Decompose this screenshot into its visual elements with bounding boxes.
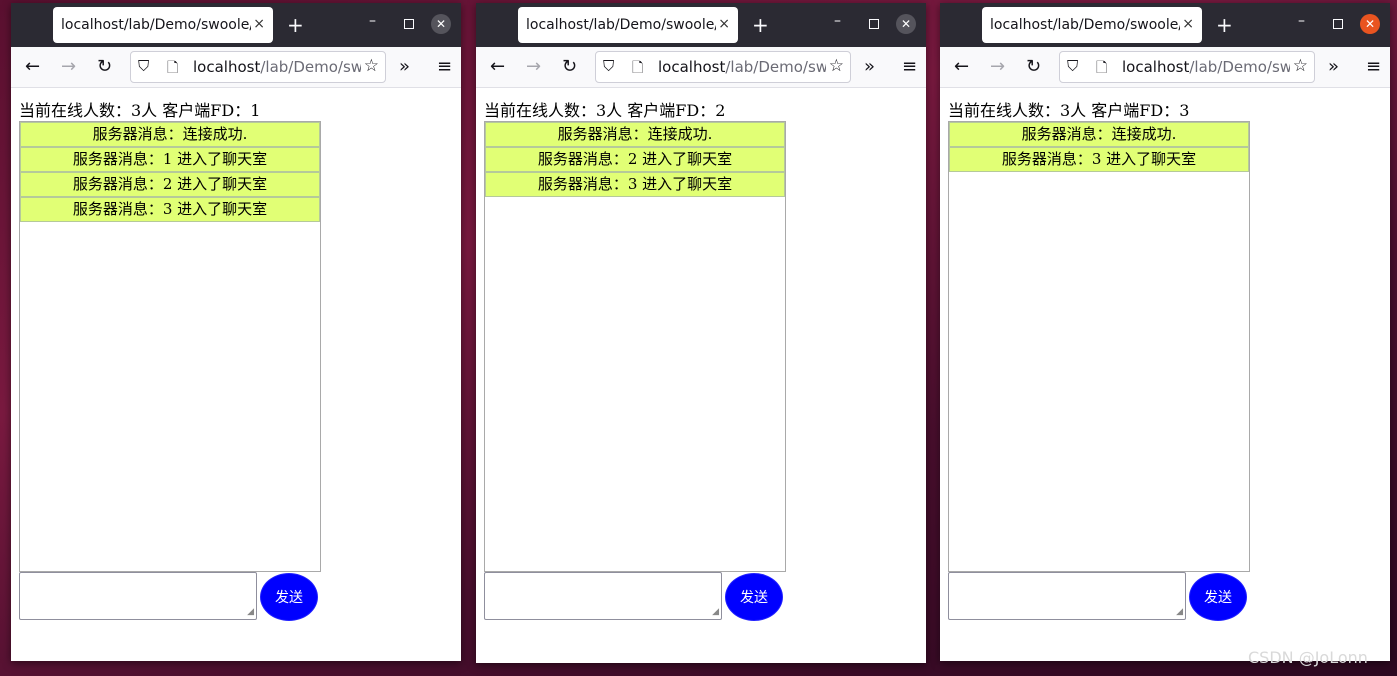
- minimize-icon[interactable]: –: [834, 13, 841, 29]
- page-icon[interactable]: 🗋: [167, 57, 178, 81]
- bookmark-star-icon[interactable]: ☆: [1289, 56, 1308, 76]
- chat-message-box[interactable]: 服务器消息：连接成功. 服务器消息：1 进入了聊天室 服务器消息：2 进入了聊天…: [19, 121, 321, 572]
- page-content: 当前在线人数：3人 客户端FD：1 服务器消息：连接成功. 服务器消息：1 进入…: [11, 88, 461, 661]
- page-icon[interactable]: 🗋: [632, 57, 643, 81]
- reload-icon[interactable]: ↻: [1026, 56, 1041, 77]
- nav-toolbar: ← → ↻ ⛉ 🗋 localhost/lab/Demo/sw ☆ » ≡: [476, 47, 926, 88]
- nav-toolbar: ← → ↻ ⛉ 🗋 localhost/lab/Demo/sw ☆ » ≡: [11, 47, 461, 88]
- shield-icon[interactable]: ⛉: [138, 57, 149, 75]
- window-close-icon[interactable]: ✕: [896, 14, 916, 34]
- address-bar[interactable]: ⛉ 🗋 localhost/lab/Demo/sw ☆: [595, 51, 851, 83]
- minimize-icon[interactable]: –: [369, 13, 376, 29]
- chat-message: 服务器消息：3 进入了聊天室: [485, 172, 785, 197]
- online-count-text: 当前在线人数：3人 客户端FD：1: [19, 101, 261, 120]
- forward-arrow-icon[interactable]: →: [990, 56, 1005, 77]
- title-bar: localhost/lab/Demo/swoole/ × + – ✕: [11, 3, 461, 47]
- address-bar[interactable]: ⛉ 🗋 localhost/lab/Demo/sw ☆: [130, 51, 386, 83]
- new-tab-icon[interactable]: +: [287, 13, 304, 37]
- window-close-icon[interactable]: ✕: [1360, 14, 1380, 34]
- nav-toolbar: ← → ↻ ⛉ 🗋 localhost/lab/Demo/sw ☆ » ≡: [940, 47, 1390, 88]
- forward-arrow-icon[interactable]: →: [526, 56, 541, 77]
- page-content: 当前在线人数：3人 客户端FD：3 服务器消息：连接成功. 服务器消息：3 进入…: [940, 88, 1390, 661]
- forward-arrow-icon[interactable]: →: [61, 56, 76, 77]
- resize-grip-icon[interactable]: ◢: [247, 607, 254, 617]
- reload-icon[interactable]: ↻: [562, 56, 577, 77]
- tab-close-icon[interactable]: ×: [1182, 16, 1194, 32]
- back-arrow-icon[interactable]: ←: [954, 56, 969, 77]
- tab-title: localhost/lab/Demo/swoole/: [61, 17, 251, 33]
- maximize-icon[interactable]: [869, 19, 879, 29]
- chat-message: 服务器消息：3 进入了聊天室: [20, 197, 320, 222]
- url-path: /lab/Demo/sw: [260, 58, 364, 76]
- resize-grip-icon[interactable]: ◢: [1176, 607, 1183, 617]
- shield-icon[interactable]: ⛉: [1067, 57, 1078, 75]
- title-bar: localhost/lab/Demo/swoole/ × + – ✕: [940, 3, 1390, 47]
- shield-icon[interactable]: ⛉: [603, 57, 614, 75]
- window-close-icon[interactable]: ✕: [431, 14, 451, 34]
- reload-icon[interactable]: ↻: [97, 56, 112, 77]
- chat-message: 服务器消息：2 进入了聊天室: [20, 172, 320, 197]
- back-arrow-icon[interactable]: ←: [490, 56, 505, 77]
- title-bar: localhost/lab/Demo/swoole/ × + – ✕: [476, 3, 926, 47]
- chat-message-box[interactable]: 服务器消息：连接成功. 服务器消息：3 进入了聊天室: [948, 121, 1250, 572]
- browser-tab[interactable]: localhost/lab/Demo/swoole/ ×: [53, 7, 273, 43]
- url-host: localhost: [658, 58, 726, 76]
- url-host: localhost: [193, 58, 261, 76]
- new-tab-icon[interactable]: +: [752, 13, 769, 37]
- message-input[interactable]: ◢: [948, 572, 1186, 620]
- browser-window-1: localhost/lab/Demo/swoole/ × + – ✕ ← → ↻…: [11, 3, 461, 661]
- chat-message: 服务器消息：2 进入了聊天室: [485, 147, 785, 172]
- send-button[interactable]: 发送: [1189, 573, 1247, 621]
- new-tab-icon[interactable]: +: [1216, 13, 1233, 37]
- chat-message: 服务器消息：3 进入了聊天室: [949, 147, 1249, 172]
- back-arrow-icon[interactable]: ←: [25, 56, 40, 77]
- browser-tab[interactable]: localhost/lab/Demo/swoole/ ×: [518, 7, 738, 43]
- send-button[interactable]: 发送: [725, 573, 783, 621]
- tab-title: localhost/lab/Demo/swoole/: [990, 17, 1180, 33]
- url-path: /lab/Demo/sw: [725, 58, 829, 76]
- menu-icon[interactable]: ≡: [437, 56, 452, 77]
- browser-tab[interactable]: localhost/lab/Demo/swoole/ ×: [982, 7, 1202, 43]
- chat-message: 服务器消息：连接成功.: [485, 122, 785, 147]
- message-input[interactable]: ◢: [484, 572, 722, 620]
- chat-message: 服务器消息：连接成功.: [20, 122, 320, 147]
- bookmark-star-icon[interactable]: ☆: [825, 56, 844, 76]
- chat-message: 服务器消息：1 进入了聊天室: [20, 147, 320, 172]
- overflow-chevron-icon[interactable]: »: [1328, 56, 1339, 77]
- maximize-icon[interactable]: [404, 19, 414, 29]
- minimize-icon[interactable]: –: [1298, 13, 1305, 29]
- overflow-chevron-icon[interactable]: »: [864, 56, 875, 77]
- url-path: /lab/Demo/sw: [1189, 58, 1293, 76]
- address-bar[interactable]: ⛉ 🗋 localhost/lab/Demo/sw ☆: [1059, 51, 1315, 83]
- menu-icon[interactable]: ≡: [902, 56, 917, 77]
- watermark-text: CSDN @JoLonn: [1248, 648, 1368, 667]
- page-icon[interactable]: 🗋: [1096, 57, 1107, 81]
- chat-message-box[interactable]: 服务器消息：连接成功. 服务器消息：2 进入了聊天室 服务器消息：3 进入了聊天…: [484, 121, 786, 572]
- menu-icon[interactable]: ≡: [1366, 56, 1381, 77]
- tab-close-icon[interactable]: ×: [253, 16, 265, 32]
- browser-window-2: localhost/lab/Demo/swoole/ × + – ✕ ← → ↻…: [476, 3, 926, 663]
- send-button[interactable]: 发送: [260, 573, 318, 621]
- chat-message: 服务器消息：连接成功.: [949, 122, 1249, 147]
- online-count-text: 当前在线人数：3人 客户端FD：3: [948, 101, 1190, 120]
- tab-close-icon[interactable]: ×: [718, 16, 730, 32]
- overflow-chevron-icon[interactable]: »: [399, 56, 410, 77]
- bookmark-star-icon[interactable]: ☆: [360, 56, 379, 76]
- page-content: 当前在线人数：3人 客户端FD：2 服务器消息：连接成功. 服务器消息：2 进入…: [476, 88, 926, 663]
- online-count-text: 当前在线人数：3人 客户端FD：2: [484, 101, 726, 120]
- maximize-icon[interactable]: [1333, 19, 1343, 29]
- browser-window-3: localhost/lab/Demo/swoole/ × + – ✕ ← → ↻…: [940, 3, 1390, 661]
- tab-title: localhost/lab/Demo/swoole/: [526, 17, 716, 33]
- url-host: localhost: [1122, 58, 1190, 76]
- message-input[interactable]: ◢: [19, 572, 257, 620]
- resize-grip-icon[interactable]: ◢: [712, 607, 719, 617]
